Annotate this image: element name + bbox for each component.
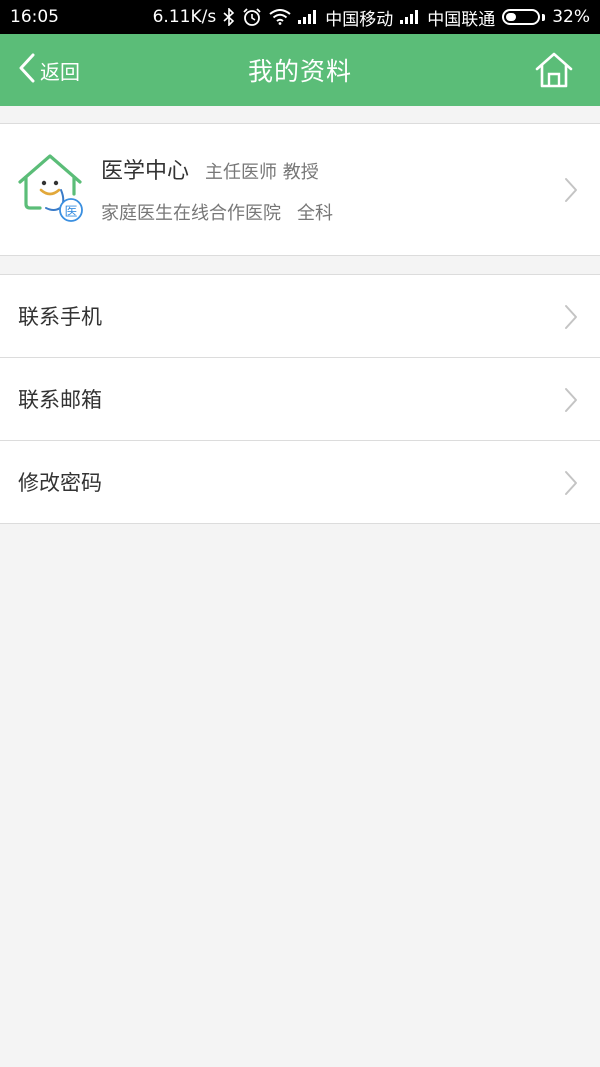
signal-icon [400,10,420,24]
status-time: 16:05 [10,7,59,27]
chevron-right-icon [564,387,578,413]
department: 全科 [297,203,333,224]
chevron-right-icon [564,470,578,496]
page-title: 我的资料 [247,57,352,86]
menu-item-password[interactable]: 修改密码 [0,441,600,524]
alarm-icon [242,7,262,27]
carrier2-label: 中国联通 [427,9,496,30]
battery-shell [502,9,541,25]
doctor-position: 主任医师 教授 [205,162,319,183]
menu-item-label: 联系手机 [18,305,102,329]
hospital-name: 家庭医生在线合作医院 [101,203,281,224]
status-right: 6.11K/s 中国移动 中国联通 32% [153,5,590,30]
battery-icon [502,9,546,25]
net-speed: 6.11K/s [152,7,217,27]
doctor-name: 医学中心 [101,159,190,184]
status-bar: 16:05 6.11K/s 中国移动 中国联通 32% [0,0,600,34]
back-button[interactable]: 返回 [18,34,80,106]
home-icon[interactable] [534,50,574,90]
profile-card[interactable]: 医 医学中心 主任医师 教授 家庭医生在线合作医院 全科 [0,123,600,256]
profile-sub-line: 家庭医生在线合作医院 全科 [101,199,333,225]
menu-item-label: 修改密码 [18,471,102,495]
menu-item-email[interactable]: 联系邮箱 [0,358,600,441]
battery-percent: 32% [552,7,590,27]
battery-nub [542,13,546,21]
menu-item-label: 联系邮箱 [18,388,102,412]
avatar-badge-label: 医 [64,205,78,220]
wifi-icon [269,9,291,25]
back-label: 返回 [40,59,80,84]
chevron-right-icon [564,177,578,203]
app-header: 返回 我的资料 [0,34,600,106]
settings-menu: 联系手机 联系邮箱 修改密码 [0,274,600,524]
doctor-house-logo-icon: 医 [16,152,86,224]
bluetooth-icon [223,8,235,26]
carrier1-label: 中国移动 [325,9,394,30]
chevron-right-icon [564,304,578,330]
battery-fill [506,13,517,21]
menu-item-phone[interactable]: 联系手机 [0,275,600,358]
profile-name-line: 医学中心 主任医师 教授 [101,153,319,185]
chevron-left-icon [18,53,36,87]
signal-icon [298,10,318,24]
